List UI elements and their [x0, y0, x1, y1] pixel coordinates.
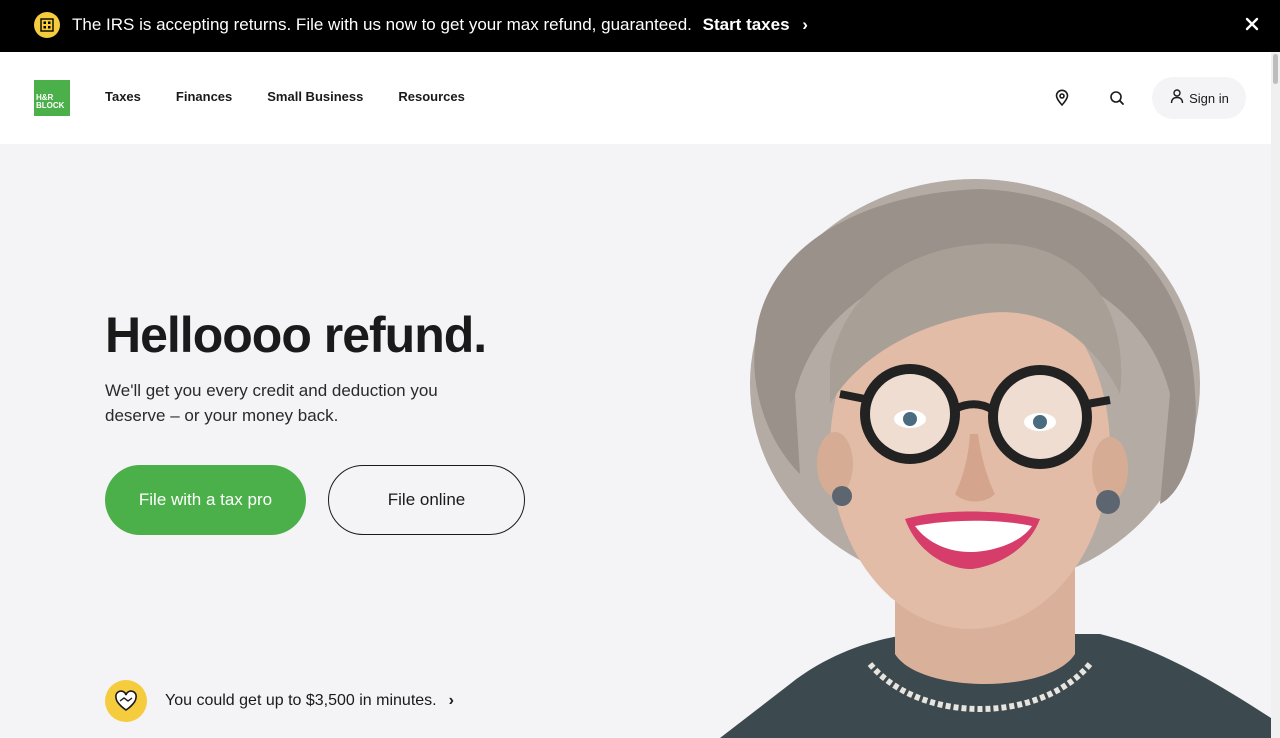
- announcement-banner: The IRS is accepting returns. File with …: [0, 0, 1280, 52]
- nav-taxes[interactable]: Taxes: [105, 89, 141, 104]
- chevron-right-icon: ›: [802, 15, 808, 34]
- file-with-tax-pro-button[interactable]: File with a tax pro: [105, 465, 306, 535]
- search-icon[interactable]: [1108, 89, 1126, 107]
- start-taxes-link[interactable]: Start taxes: [703, 15, 790, 34]
- user-icon: [1169, 88, 1185, 109]
- close-icon[interactable]: [1243, 15, 1261, 33]
- page-scrollbar[interactable]: [1271, 52, 1280, 738]
- logo-line2: BLOCK: [36, 101, 65, 110]
- nav-finances[interactable]: Finances: [176, 89, 232, 104]
- hero-subtext: We'll get you every credit and deduction…: [105, 381, 438, 425]
- file-online-button[interactable]: File online: [328, 465, 525, 535]
- scrollbar-thumb[interactable]: [1273, 54, 1278, 84]
- building-icon: [34, 12, 60, 38]
- hrblock-logo[interactable]: H&R BLOCK: [34, 80, 70, 116]
- nav-small-business[interactable]: Small Business: [267, 89, 363, 104]
- nav-resources[interactable]: Resources: [398, 89, 464, 104]
- hero-portrait-image: [720, 164, 1280, 738]
- location-pin-icon[interactable]: [1053, 89, 1071, 107]
- promo-text: You could get up to $3,500 in minutes.: [165, 692, 437, 709]
- sign-in-label: Sign in: [1189, 90, 1229, 106]
- sign-in-button[interactable]: Sign in: [1152, 77, 1246, 119]
- hero-section: Helloooo refund. We'll get you every cre…: [0, 144, 1280, 738]
- main-nav: H&R BLOCK Taxes Finances Small Business …: [0, 52, 1280, 144]
- banner-message: The IRS is accepting returns. File with …: [72, 14, 808, 36]
- refund-advance-promo[interactable]: You could get up to $3,500 in minutes. ›: [105, 680, 454, 722]
- hero-headline: Helloooo refund.: [105, 307, 487, 363]
- banner-message-text: The IRS is accepting returns. File with …: [72, 15, 692, 34]
- handshake-heart-icon: [105, 680, 147, 722]
- chevron-right-icon: ›: [448, 692, 454, 709]
- nav-links: Taxes Finances Small Business Resources: [105, 89, 465, 104]
